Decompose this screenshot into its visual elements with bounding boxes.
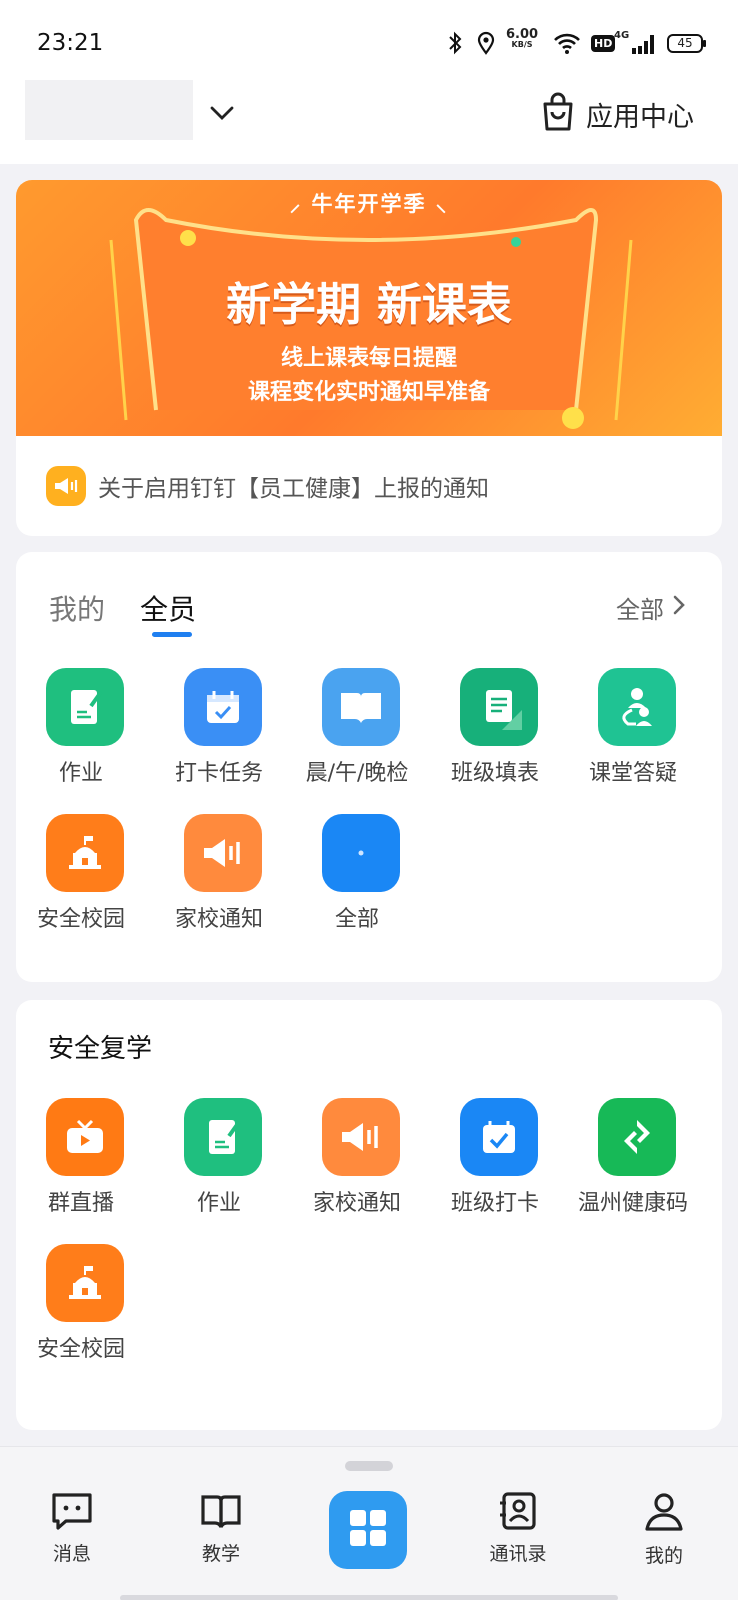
net-speed-unit: KB/S [511, 40, 533, 49]
banner-season: ⸝ 牛年开学季 ⸜ [289, 192, 449, 216]
tab-all-members[interactable]: 全员 [140, 588, 196, 628]
drag-handle[interactable] [345, 1461, 393, 1471]
nav-label: 通讯录 [489, 1543, 547, 1565]
class-checkin-icon [460, 1098, 538, 1176]
app-home-school-notice-2[interactable]: 家校通知 [292, 1098, 422, 1228]
battery-level: 45 [667, 33, 706, 53]
app-center-button[interactable]: 应用中心 [540, 92, 694, 136]
view-all-label: 全部 [616, 596, 664, 624]
promo-banner[interactable]: ⸝ 牛年开学季 ⸜ 新学期 新课表 线上课表每日提醒 课程变化实时通知早准备 [16, 180, 722, 436]
app-label: 班级打卡 [450, 1191, 539, 1216]
bluetooth-icon [446, 28, 464, 58]
bottom-navigation: 消息 教学 通讯录 我的 [0, 1446, 738, 1600]
app-label: 家校通知 [174, 907, 263, 932]
location-icon [476, 28, 496, 58]
app-label: 作业 [58, 761, 103, 786]
app-group-live[interactable]: 群直播 [16, 1098, 146, 1228]
app-homework-2[interactable]: 作业 [154, 1098, 284, 1228]
nav-workbench[interactable] [329, 1491, 407, 1569]
app-label: 安全校园 [36, 1337, 125, 1362]
announcement-icon [46, 466, 86, 506]
health-code-icon [598, 1098, 676, 1176]
wifi-icon [552, 28, 582, 58]
megaphone-icon [322, 1098, 400, 1176]
nav-label: 消息 [52, 1543, 91, 1565]
app-label: 作业 [196, 1191, 241, 1216]
net-speed: 6.00 KB/S [506, 28, 538, 58]
notice-text: 关于启用钉钉【员工健康】上报的通知 [98, 476, 489, 502]
home-indicator [120, 1595, 618, 1600]
all-apps-icon [322, 814, 400, 892]
nav-messages[interactable]: 消息 [22, 1491, 122, 1566]
app-home-school-notice[interactable]: 家校通知 [154, 814, 284, 944]
app-all[interactable]: 全部 [292, 814, 422, 944]
qa-icon [598, 668, 676, 746]
chevron-right-icon [672, 594, 686, 622]
app-label: 安全校园 [36, 907, 125, 932]
shopping-bag-icon [540, 92, 576, 136]
nav-profile[interactable]: 我的 [614, 1491, 714, 1568]
nav-label: 我的 [644, 1545, 683, 1567]
view-all-link[interactable]: 全部 [616, 590, 686, 625]
battery-icon: 45 [667, 28, 706, 58]
app-safe-campus[interactable]: 安全校园 [16, 814, 146, 944]
status-bar: 23:21 6.00 KB/S HD 4G 45 [0, 0, 738, 80]
workbench-icon [348, 1508, 388, 1552]
app-label: 课堂答疑 [588, 761, 677, 786]
status-time: 23:21 [37, 30, 104, 56]
app-label: 打卡任务 [174, 761, 263, 786]
megaphone-icon [184, 814, 262, 892]
section-title: 安全复学 [48, 1034, 153, 1064]
chevron-down-icon[interactable] [207, 98, 237, 128]
app-safe-campus-2[interactable]: 安全校园 [16, 1244, 146, 1374]
banner-subtitle-1: 线上课表每日提醒 [280, 346, 457, 371]
homework-icon [46, 668, 124, 746]
campus-icon [46, 814, 124, 892]
app-class-checkin[interactable]: 班级打卡 [430, 1098, 560, 1228]
signal-icon: 4G [614, 28, 658, 58]
signal-type: 4G [614, 30, 630, 41]
nav-teaching[interactable]: 教学 [171, 1491, 271, 1566]
banner-title: 新学期 新课表 [226, 278, 512, 331]
app-label: 群直播 [47, 1191, 114, 1216]
checkin-task-icon [184, 668, 262, 746]
contacts-icon [496, 1492, 540, 1535]
banner-card: ⸝ 牛年开学季 ⸜ 新学期 新课表 线上课表每日提醒 课程变化实时通知早准备 关… [16, 180, 722, 536]
homework-icon [184, 1098, 262, 1176]
app-homework[interactable]: 作业 [16, 668, 146, 798]
app-health-code[interactable]: 温州健康码 [568, 1098, 698, 1228]
hd-badge: HD [591, 28, 616, 58]
tab-mine[interactable]: 我的 [49, 588, 105, 628]
app-label: 班级填表 [450, 761, 539, 786]
app-center-label: 应用中心 [586, 101, 694, 133]
message-icon [50, 1493, 94, 1535]
live-tv-icon [46, 1098, 124, 1176]
nav-contacts[interactable]: 通讯录 [468, 1491, 568, 1566]
nav-label: 教学 [201, 1543, 240, 1565]
app-checkin-task[interactable]: 打卡任务 [154, 668, 284, 798]
banner-subtitle-2: 课程变化实时通知早准备 [247, 380, 490, 405]
profile-icon [642, 1493, 686, 1537]
app-label: 全部 [334, 907, 379, 932]
notice-row[interactable]: 关于启用钉钉【员工健康】上报的通知 [46, 466, 489, 506]
campus-icon [46, 1244, 124, 1322]
hd-text: HD [591, 34, 616, 52]
teaching-icon [199, 1495, 243, 1535]
organization-name-redacted[interactable] [25, 80, 193, 140]
app-label: 温州健康码 [577, 1191, 688, 1216]
app-label: 晨/午/晚检 [305, 761, 409, 786]
app-classroom-qa[interactable]: 课堂答疑 [568, 668, 698, 798]
app-class-form[interactable]: 班级填表 [430, 668, 560, 798]
safe-return-card: 安全复学 群直播 作业 家校通知 班级打卡 温州健康码 安全校园 [16, 1000, 722, 1430]
apps-card: 我的 全员 全部 作业 打卡任务 晨/午/晚检 班级填表 课堂答疑 安全校园 家… [16, 552, 722, 982]
app-health-check[interactable]: 晨/午/晚检 [292, 668, 422, 798]
app-label: 家校通知 [312, 1191, 401, 1216]
active-tab-indicator [152, 632, 192, 637]
top-area: 23:21 6.00 KB/S HD 4G 45 应用中心 [0, 0, 738, 164]
book-icon [322, 668, 400, 746]
class-form-icon [460, 668, 538, 746]
